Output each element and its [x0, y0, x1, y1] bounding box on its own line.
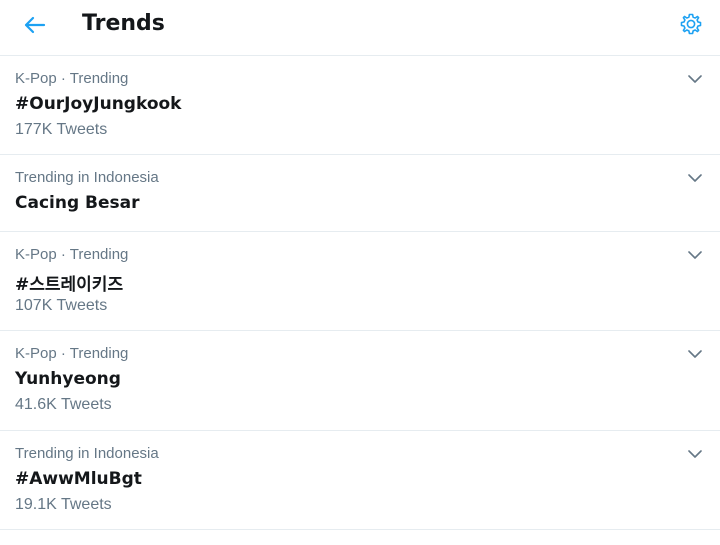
gear-icon [680, 13, 702, 35]
page-title: Trends [82, 11, 165, 36]
trend-tweet-count: 107K Tweets [15, 297, 108, 314]
trend-item[interactable]: Trending in Indonesia Cacing Besar [0, 155, 720, 232]
trend-menu-button[interactable] [686, 345, 704, 363]
trend-context: Trending in Indonesia [15, 169, 159, 186]
trend-name: Cacing Besar [15, 193, 140, 213]
trend-item[interactable]: K-Pop · Trending #스트레이키즈 107K Tweets [0, 232, 720, 331]
chevron-down-icon [688, 449, 702, 458]
trend-name: #스트레이키즈 [15, 275, 124, 295]
trend-menu-button[interactable] [686, 246, 704, 264]
trend-tweet-count: 41.6K Tweets [15, 396, 112, 413]
trend-tweet-count: 177K Tweets [15, 121, 108, 138]
trend-menu-button[interactable] [686, 445, 704, 463]
trend-item[interactable]: K-Pop · Trending #OurJoyJungkook 177K Tw… [0, 56, 720, 155]
chevron-down-icon [688, 74, 702, 83]
trend-tweet-count: 19.1K Tweets [15, 496, 112, 513]
trend-item[interactable]: K-Pop · Trending Yunhyeong 41.6K Tweets [0, 331, 720, 431]
trend-context: K-Pop · Trending [15, 70, 129, 87]
trend-menu-button[interactable] [686, 70, 704, 88]
trend-context: Trending in Indonesia [15, 445, 159, 462]
header: Trends [0, 0, 720, 56]
back-button[interactable] [22, 12, 48, 38]
trend-name: Yunhyeong [15, 369, 121, 389]
chevron-down-icon [688, 173, 702, 182]
trend-menu-button[interactable] [686, 169, 704, 187]
trend-name: #AwwMluBgt [15, 469, 142, 489]
trend-name: #OurJoyJungkook [15, 94, 182, 114]
chevron-down-icon [688, 250, 702, 259]
arrow-left-icon [24, 16, 46, 34]
trend-item[interactable]: Trending in Indonesia #AwwMluBgt 19.1K T… [0, 431, 720, 530]
trend-context: K-Pop · Trending [15, 246, 129, 263]
chevron-down-icon [688, 349, 702, 358]
trend-context: K-Pop · Trending [15, 345, 129, 362]
settings-button[interactable] [678, 11, 704, 37]
